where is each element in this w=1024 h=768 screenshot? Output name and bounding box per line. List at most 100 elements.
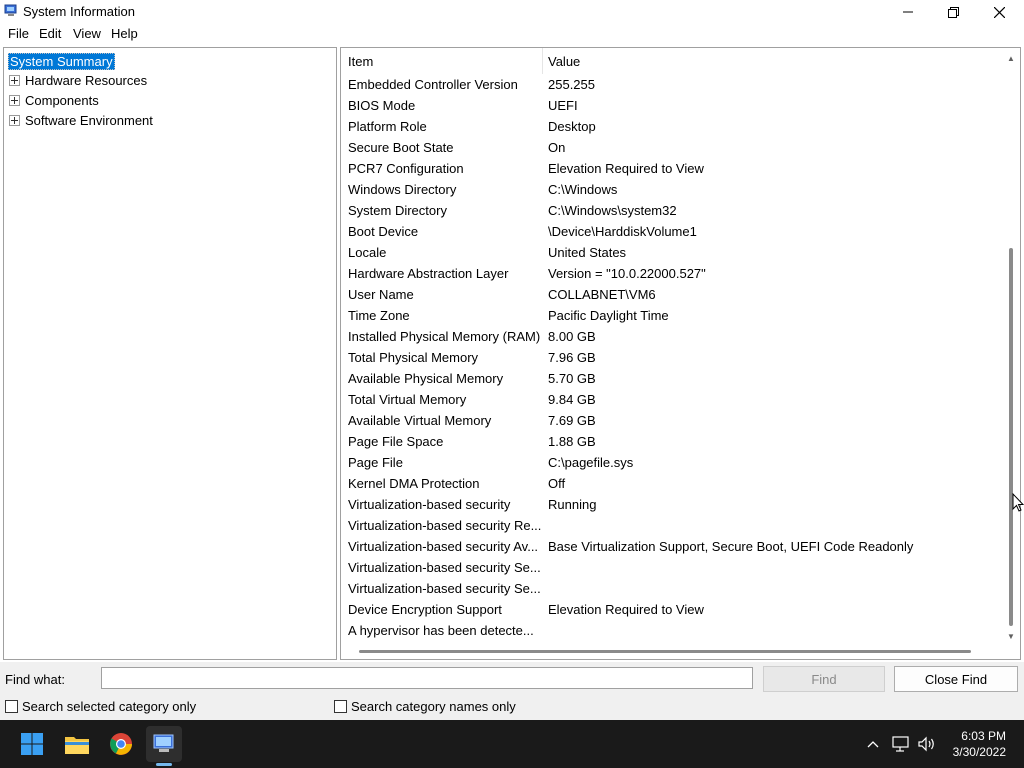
table-row[interactable]: System Directory C:\Windows\system32 — [341, 200, 1003, 221]
table-row[interactable]: Total Virtual Memory 9.84 GB — [341, 389, 1003, 410]
item-cell: Available Physical Memory — [348, 371, 504, 386]
table-row[interactable]: Platform Role Desktop — [341, 116, 1003, 137]
checkbox-box[interactable] — [334, 700, 347, 713]
item-cell: Secure Boot State — [348, 140, 454, 155]
table-row[interactable]: PCR7 Configuration Elevation Required to … — [341, 158, 1003, 179]
search-names-checkbox[interactable]: Search category names only — [334, 699, 516, 714]
scroll-down-icon[interactable]: ▼ — [1007, 632, 1015, 641]
column-header-value[interactable]: Value — [548, 54, 580, 69]
item-cell: Windows Directory — [348, 182, 457, 197]
item-cell: Locale — [348, 245, 387, 260]
column-header-item[interactable]: Item — [348, 54, 373, 69]
expand-icon[interactable] — [9, 74, 20, 86]
search-selected-checkbox[interactable]: Search selected category only — [5, 699, 196, 714]
restore-button[interactable] — [930, 0, 976, 24]
mouse-cursor-icon — [1012, 493, 1024, 512]
menu-help[interactable]: Help — [111, 26, 138, 41]
taskbar-chrome[interactable] — [103, 726, 139, 762]
table-row[interactable]: Hardware Abstraction Layer Version = "10.… — [341, 263, 1003, 284]
close-window-button[interactable] — [976, 0, 1022, 24]
menu-view[interactable]: View — [73, 26, 101, 41]
table-row[interactable]: Available Physical Memory 5.70 GB — [341, 368, 1003, 389]
table-row[interactable]: Virtualization-based security Se... — [341, 578, 1003, 599]
clock-date: 3/30/2022 — [952, 745, 1006, 759]
table-row[interactable]: Installed Physical Memory (RAM) 8.00 GB — [341, 326, 1003, 347]
menu-file[interactable]: File — [8, 26, 29, 41]
tree-item-software-environment[interactable]: Software Environment — [9, 111, 153, 129]
system-clock[interactable]: 6:03 PM 3/30/2022 — [953, 728, 1006, 760]
expand-icon[interactable] — [9, 114, 20, 126]
taskbar-file-explorer[interactable] — [59, 726, 95, 762]
table-row[interactable]: Boot Device \Device\HarddiskVolume1 — [341, 221, 1003, 242]
find-what-input[interactable] — [101, 667, 753, 689]
table-row[interactable]: Secure Boot State On — [341, 137, 1003, 158]
scroll-up-icon[interactable]: ▲ — [1007, 54, 1015, 63]
close-find-button[interactable]: Close Find — [894, 666, 1018, 692]
table-row[interactable]: Virtualization-based security Se... — [341, 557, 1003, 578]
item-cell: User Name — [348, 287, 414, 302]
table-row[interactable]: BIOS Mode UEFI — [341, 95, 1003, 116]
restore-icon — [947, 6, 959, 18]
start-button[interactable] — [14, 726, 50, 762]
tree-item-system-summary[interactable]: System Summary — [8, 52, 115, 70]
table-row[interactable]: Windows Directory C:\Windows — [341, 179, 1003, 200]
find-button[interactable]: Find — [763, 666, 885, 692]
checkbox-box[interactable] — [5, 700, 18, 713]
item-cell: Kernel DMA Protection — [348, 476, 480, 491]
system-information-icon — [153, 734, 174, 752]
item-cell: BIOS Mode — [348, 98, 416, 113]
window-title: System Information — [23, 4, 135, 19]
taskbar-system-information[interactable] — [146, 726, 182, 766]
column-divider[interactable] — [542, 48, 543, 74]
item-cell: Virtualization-based security Se... — [348, 581, 541, 596]
item-cell: Platform Role — [348, 119, 427, 134]
menu-edit[interactable]: Edit — [39, 26, 61, 41]
value-cell: C:\pagefile.sys — [548, 455, 634, 470]
tree-item-label: Hardware Resources — [25, 72, 148, 88]
tree-item-label: System Summary — [8, 52, 115, 70]
value-cell: UEFI — [548, 98, 578, 113]
table-row[interactable]: Virtualization-based security Running — [341, 494, 1003, 515]
table-row[interactable]: Total Physical Memory 7.96 GB — [341, 347, 1003, 368]
table-row[interactable]: Locale United States — [341, 242, 1003, 263]
table-row[interactable]: Embedded Controller Version 255.255 — [341, 74, 1003, 95]
network-icon[interactable] — [892, 734, 910, 754]
table-row[interactable]: Available Virtual Memory 7.69 GB — [341, 410, 1003, 431]
value-cell: United States — [548, 245, 627, 260]
expand-icon[interactable] — [9, 94, 20, 106]
table-row[interactable]: Time Zone Pacific Daylight Time — [341, 305, 1003, 326]
value-cell: 1.88 GB — [548, 434, 596, 449]
vertical-scrollbar[interactable]: ▲ ▼ — [1005, 50, 1018, 641]
table-row[interactable]: A hypervisor has been detecte... — [341, 620, 1003, 641]
minimize-button[interactable] — [885, 0, 931, 24]
checkbox-label: Search selected category only — [22, 699, 197, 714]
table-row[interactable]: Kernel DMA Protection Off — [341, 473, 1003, 494]
table-row[interactable]: Virtualization-based security Re... — [341, 515, 1003, 536]
chevron-up-icon[interactable] — [866, 734, 880, 754]
close-icon — [993, 6, 1005, 18]
table-row[interactable]: User Name COLLABNET\VM6 — [341, 284, 1003, 305]
minimize-icon — [903, 11, 913, 13]
value-cell: COLLABNET\VM6 — [548, 287, 656, 302]
value-cell: 8.00 GB — [548, 329, 596, 344]
item-cell: Total Physical Memory — [348, 350, 479, 365]
value-cell: Elevation Required to View — [548, 161, 704, 176]
table-row[interactable]: Page File C:\pagefile.sys — [341, 452, 1003, 473]
scroll-thumb[interactable] — [1009, 248, 1013, 626]
tree-item-hardware-resources[interactable]: Hardware Resources — [9, 71, 147, 89]
category-tree[interactable]: System Summary Hardware Resources Compon… — [3, 47, 337, 660]
volume-icon[interactable] — [917, 734, 937, 754]
value-cell: Base Virtualization Support, Secure Boot… — [548, 539, 914, 554]
tree-item-components[interactable]: Components — [9, 91, 99, 109]
table-row[interactable]: Page File Space 1.88 GB — [341, 431, 1003, 452]
details-list[interactable]: Item Value Embedded Controller Version 25… — [340, 47, 1021, 660]
clock-time: 6:03 PM — [961, 729, 1006, 743]
table-row[interactable]: Device Encryption Support Elevation Requi… — [341, 599, 1003, 620]
horizontal-scrollbar[interactable] — [359, 650, 971, 653]
value-cell: Running — [548, 497, 597, 512]
value-cell: 255.255 — [548, 77, 595, 92]
value-cell: 9.84 GB — [548, 392, 596, 407]
item-cell: Available Virtual Memory — [348, 413, 492, 428]
table-row[interactable]: Virtualization-based security Av... Base … — [341, 536, 1003, 557]
item-cell: System Directory — [348, 203, 447, 218]
